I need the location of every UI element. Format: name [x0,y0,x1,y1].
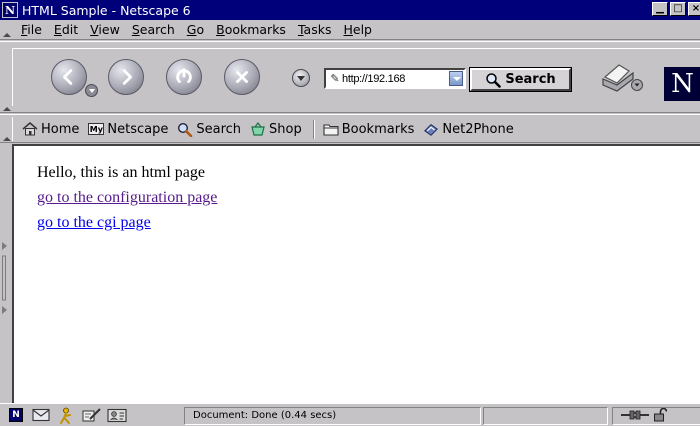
netscape-label: Netscape [107,121,169,137]
back-arrow-icon [63,69,73,85]
menu-bar-grippy[interactable] [0,20,12,40]
title-bar[interactable]: N HTML Sample - Netscape 6 ▁ □ × [0,0,700,20]
netscape-component-icon[interactable]: N [9,408,23,422]
status-text: Document: Done (0.44 secs) [184,407,481,425]
navigation-toolbar: ✎ http://192.168 Search N [0,41,700,113]
window-title: HTML Sample - Netscape 6 [22,2,191,18]
sidebar-strip [0,144,12,403]
search-button[interactable]: Search [469,67,572,92]
menu-tasks[interactable]: Tasks [297,21,333,39]
printer-icon [602,64,643,92]
search-link-label: Search [196,121,242,137]
content-area[interactable]: Hello, this is an html page go to the co… [12,144,700,403]
bookmarks-folder-icon [323,122,339,137]
bookmarks-button[interactable]: Bookmarks [323,121,415,137]
search-magnifier-icon [177,122,193,137]
greeting-text: Hello, this is an html page [37,164,205,181]
shop-label: Shop [269,121,302,137]
my-netscape-icon: My [88,123,105,135]
net2phone-icon [423,122,439,137]
magnifier-icon [486,72,502,88]
net2phone-label: Net2Phone [442,121,514,137]
personal-toolbar-grippy[interactable] [0,115,12,144]
menu-edit[interactable]: Edit [53,21,79,39]
print-button[interactable] [599,61,647,95]
security-lock-icon[interactable] [653,407,668,425]
my-netscape-button[interactable]: My Netscape [88,122,168,137]
search-link-button[interactable]: Search [177,122,241,137]
stop-icon [236,71,248,83]
reload-button[interactable] [166,59,202,95]
menu-help[interactable]: Help [342,21,373,39]
status-bar: N Document: Done (0.44 secs) [0,403,700,426]
sidebar-toggle-grip-icon[interactable] [2,242,7,316]
maximize-button[interactable]: □ [670,2,686,16]
bookmarks-label: Bookmarks [341,121,415,137]
toolbar-separator [312,119,315,139]
personal-toolbar-body: Home My Netscape Search Shop Bookmarks N… [12,117,700,141]
home-label: Home [41,121,80,137]
netscape-logo[interactable]: N [664,67,700,101]
menu-bookmarks[interactable]: Bookmarks [215,21,287,39]
forward-arrow-icon [122,69,132,85]
stop-button[interactable] [224,59,260,95]
address-book-icon[interactable] [107,407,127,424]
forward-button[interactable] [108,59,144,95]
search-button-label: Search [505,72,556,87]
back-history-dropdown-icon[interactable] [85,84,98,97]
mail-icon[interactable] [32,407,50,424]
shop-button[interactable]: Shop [250,121,302,137]
shop-icon [250,121,266,137]
close-button[interactable]: × [688,2,700,16]
page-body: Hello, this is an html page go to the co… [37,160,217,235]
url-text[interactable]: http://192.168 [342,73,442,85]
url-history-dropdown-icon[interactable] [292,69,310,87]
configuration-page-link[interactable]: go to the configuration page [37,185,217,210]
net2phone-button[interactable]: Net2Phone [423,121,514,137]
cgi-page-link[interactable]: go to the cgi page [37,210,217,235]
back-button[interactable] [51,59,87,95]
minimize-button[interactable]: ▁ [652,2,668,16]
instant-messenger-icon[interactable] [58,407,74,424]
url-field[interactable]: ✎ http://192.168 [324,68,466,89]
menu-bar: File Edit View Search Go Bookmarks Tasks… [0,20,700,40]
url-dropdown-arrow-icon[interactable] [449,71,463,86]
personal-toolbar: Home My Netscape Search Shop Bookmarks N… [0,114,700,143]
online-offline-icon[interactable] [621,409,649,424]
netscape-app-icon[interactable]: N [2,2,18,18]
home-icon [22,122,38,137]
menu-view[interactable]: View [89,21,121,39]
navigation-toolbar-body: ✎ http://192.168 Search N [12,48,700,106]
navigation-toolbar-grippy[interactable] [0,42,12,114]
menu-go[interactable]: Go [186,21,205,39]
composer-icon[interactable] [82,407,102,424]
progress-panel [483,407,608,425]
menu-search[interactable]: Search [131,21,176,39]
window-controls: ▁ □ × [652,2,700,16]
home-button[interactable]: Home [22,122,79,137]
menu-file[interactable]: File [20,21,43,39]
menu-items: File Edit View Search Go Bookmarks Tasks… [20,21,373,39]
reload-icon [176,68,192,83]
page-proxy-icon[interactable]: ✎ [328,72,342,86]
status-right-panel [612,407,700,425]
